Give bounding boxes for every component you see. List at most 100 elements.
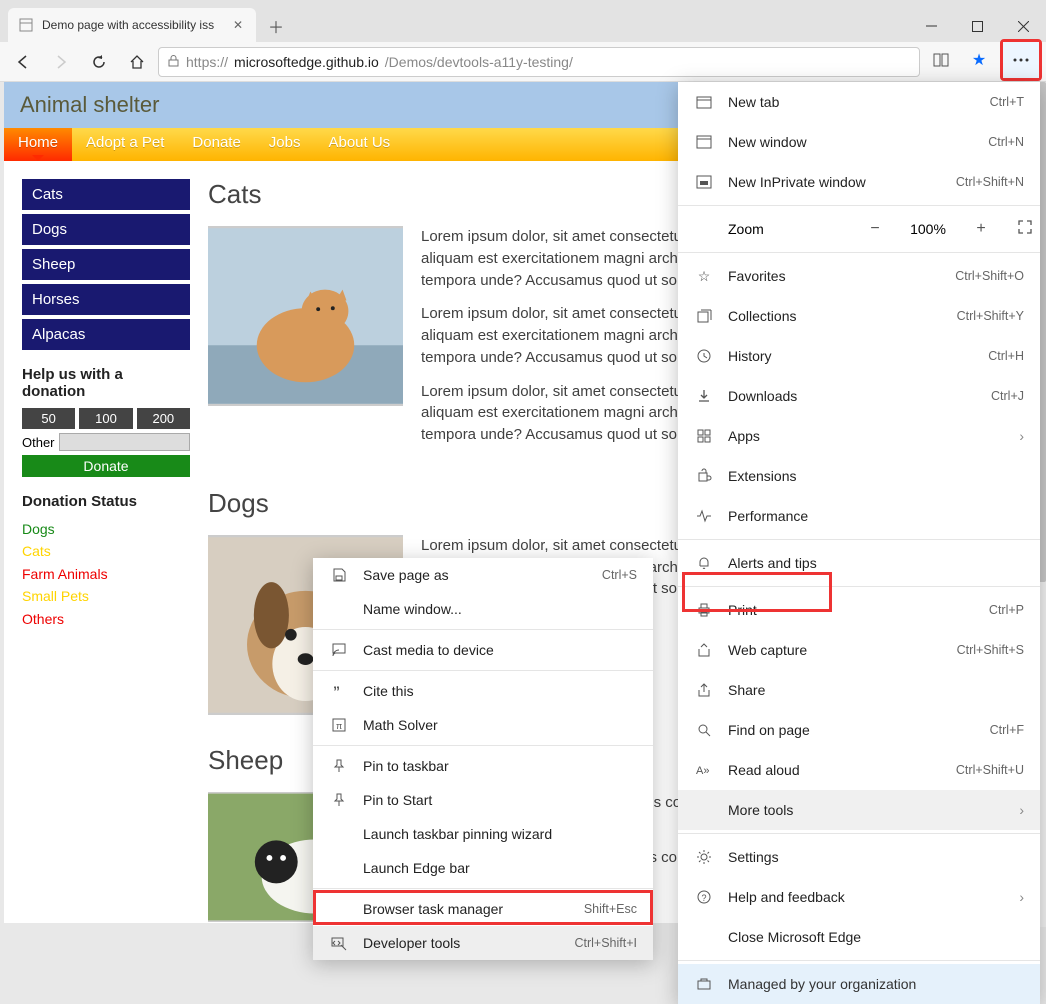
- star-icon: ☆: [694, 268, 714, 285]
- nav-donate[interactable]: Donate: [178, 128, 254, 161]
- zoom-in-button[interactable]: +: [966, 220, 996, 238]
- menu-history[interactable]: HistoryCtrl+H: [678, 336, 1040, 376]
- collections-icon: [694, 308, 714, 324]
- menu-managed-by-org[interactable]: Managed by your organization: [678, 964, 1040, 1004]
- menu-new-window[interactable]: New windowCtrl+N: [678, 122, 1040, 162]
- math-icon: π: [329, 717, 349, 733]
- share-icon: [694, 682, 714, 698]
- devtools-icon: [329, 935, 349, 951]
- favorite-star-icon[interactable]: ★: [962, 43, 996, 77]
- titlebar: Demo page with accessibility iss ✕ ＋: [0, 0, 1046, 42]
- ds-dogs: Dogs: [22, 518, 190, 540]
- url-path: /Demos/devtools-a11y-testing/: [385, 54, 573, 70]
- nav-jobs[interactable]: Jobs: [255, 128, 315, 161]
- new-tab-button[interactable]: ＋: [260, 10, 292, 42]
- menu-new-inprivate[interactable]: New InPrivate windowCtrl+Shift+N: [678, 162, 1040, 202]
- sidebar-dogs[interactable]: Dogs: [22, 214, 190, 245]
- maximize-button[interactable]: [954, 10, 1000, 42]
- refresh-button[interactable]: [82, 45, 116, 79]
- toolbar: https:// microsoftedge.github.io/Demos/de…: [0, 42, 1046, 82]
- lock-icon: [167, 54, 180, 70]
- donation-other-input[interactable]: [59, 433, 190, 451]
- menu-alerts[interactable]: Alerts and tips: [678, 543, 1040, 583]
- submenu-launch-wizard[interactable]: Launch taskbar pinning wizard: [313, 817, 653, 851]
- address-bar[interactable]: https:// microsoftedge.github.io/Demos/de…: [158, 47, 920, 77]
- svg-text:A»: A»: [696, 765, 709, 777]
- reading-mode-icon[interactable]: [924, 43, 958, 77]
- menu-read-aloud[interactable]: A»Read aloudCtrl+Shift+U: [678, 750, 1040, 790]
- submenu-task-manager[interactable]: Browser task managerShift+Esc: [313, 892, 653, 926]
- donation-50[interactable]: 50: [22, 408, 75, 429]
- capture-icon: [694, 642, 714, 658]
- menu-print[interactable]: PrintCtrl+P: [678, 590, 1040, 630]
- nav-about[interactable]: About Us: [314, 128, 404, 161]
- menu-new-tab[interactable]: New tabCtrl+T: [678, 82, 1040, 122]
- close-window-button[interactable]: [1000, 10, 1046, 42]
- menu-settings[interactable]: Settings: [678, 837, 1040, 877]
- browser-tab[interactable]: Demo page with accessibility iss ✕: [8, 8, 256, 42]
- url-prefix: https://: [186, 54, 228, 70]
- page-favicon-icon: [18, 17, 34, 33]
- donation-heading: Help us with a donation: [22, 366, 190, 400]
- window-controls: [908, 10, 1046, 42]
- print-icon: [694, 602, 714, 618]
- nav-home[interactable]: Home: [4, 128, 72, 161]
- zoom-out-button[interactable]: −: [860, 220, 890, 238]
- submenu-cast[interactable]: Cast media to device: [313, 633, 653, 667]
- submenu-math[interactable]: πMath Solver: [313, 708, 653, 742]
- tab-close-icon[interactable]: ✕: [230, 17, 246, 33]
- submenu-pin-taskbar[interactable]: Pin to taskbar: [313, 749, 653, 783]
- menu-close-edge[interactable]: Close Microsoft Edge: [678, 917, 1040, 957]
- menu-favorites[interactable]: ☆FavoritesCtrl+Shift+O: [678, 256, 1040, 296]
- settings-and-more-button[interactable]: [1000, 39, 1042, 81]
- ds-small: Small Pets: [22, 585, 190, 607]
- donation-status-heading: Donation Status: [22, 493, 190, 510]
- forward-button[interactable]: [44, 45, 78, 79]
- menu-downloads[interactable]: DownloadsCtrl+J: [678, 376, 1040, 416]
- menu-find-on-page[interactable]: Find on pageCtrl+F: [678, 710, 1040, 750]
- menu-share[interactable]: Share: [678, 670, 1040, 710]
- chevron-right-icon: ›: [1019, 802, 1024, 818]
- extensions-icon: [694, 468, 714, 484]
- menu-more-tools[interactable]: More tools›: [678, 790, 1040, 830]
- inprivate-icon: [694, 174, 714, 190]
- search-icon: [694, 722, 714, 738]
- minimize-button[interactable]: [908, 10, 954, 42]
- menu-extensions[interactable]: Extensions: [678, 456, 1040, 496]
- donation-200[interactable]: 200: [137, 408, 190, 429]
- submenu-cite[interactable]: ”Cite this: [313, 674, 653, 708]
- back-button[interactable]: [6, 45, 40, 79]
- bell-icon: [694, 555, 714, 571]
- new-tab-icon: [694, 94, 714, 110]
- donate-button[interactable]: Donate: [22, 455, 190, 477]
- sidebar-sheep[interactable]: Sheep: [22, 249, 190, 280]
- submenu-name-window[interactable]: Name window...: [313, 592, 653, 626]
- menu-collections[interactable]: CollectionsCtrl+Shift+Y: [678, 296, 1040, 336]
- home-button[interactable]: [120, 45, 154, 79]
- menu-apps[interactable]: Apps›: [678, 416, 1040, 456]
- nav-adopt[interactable]: Adopt a Pet: [72, 128, 178, 161]
- sidebar-alpacas[interactable]: Alpacas: [22, 319, 190, 350]
- svg-text:?: ?: [702, 893, 707, 903]
- quote-icon: ”: [329, 683, 349, 699]
- ds-farm: Farm Animals: [22, 563, 190, 585]
- apps-icon: [694, 428, 714, 444]
- sidebar-cats[interactable]: Cats: [22, 179, 190, 210]
- ds-others: Others: [22, 608, 190, 630]
- submenu-save-page[interactable]: Save page asCtrl+S: [313, 558, 653, 592]
- save-icon: [329, 567, 349, 583]
- submenu-launch-edge-bar[interactable]: Launch Edge bar: [313, 851, 653, 885]
- submenu-pin-start[interactable]: Pin to Start: [313, 783, 653, 817]
- url-host: microsoftedge.github.io: [234, 54, 379, 70]
- submenu-developer-tools[interactable]: Developer toolsCtrl+Shift+I: [313, 926, 653, 960]
- menu-web-capture[interactable]: Web captureCtrl+Shift+S: [678, 630, 1040, 670]
- sidebar-horses[interactable]: Horses: [22, 284, 190, 315]
- fullscreen-button[interactable]: [1010, 220, 1040, 239]
- history-icon: [694, 348, 714, 364]
- menu-zoom: Zoom − 100% +: [678, 209, 1040, 249]
- menu-performance[interactable]: Performance: [678, 496, 1040, 536]
- tab-title: Demo page with accessibility iss: [42, 18, 222, 32]
- menu-help[interactable]: ?Help and feedback›: [678, 877, 1040, 917]
- help-icon: ?: [694, 889, 714, 905]
- donation-100[interactable]: 100: [79, 408, 132, 429]
